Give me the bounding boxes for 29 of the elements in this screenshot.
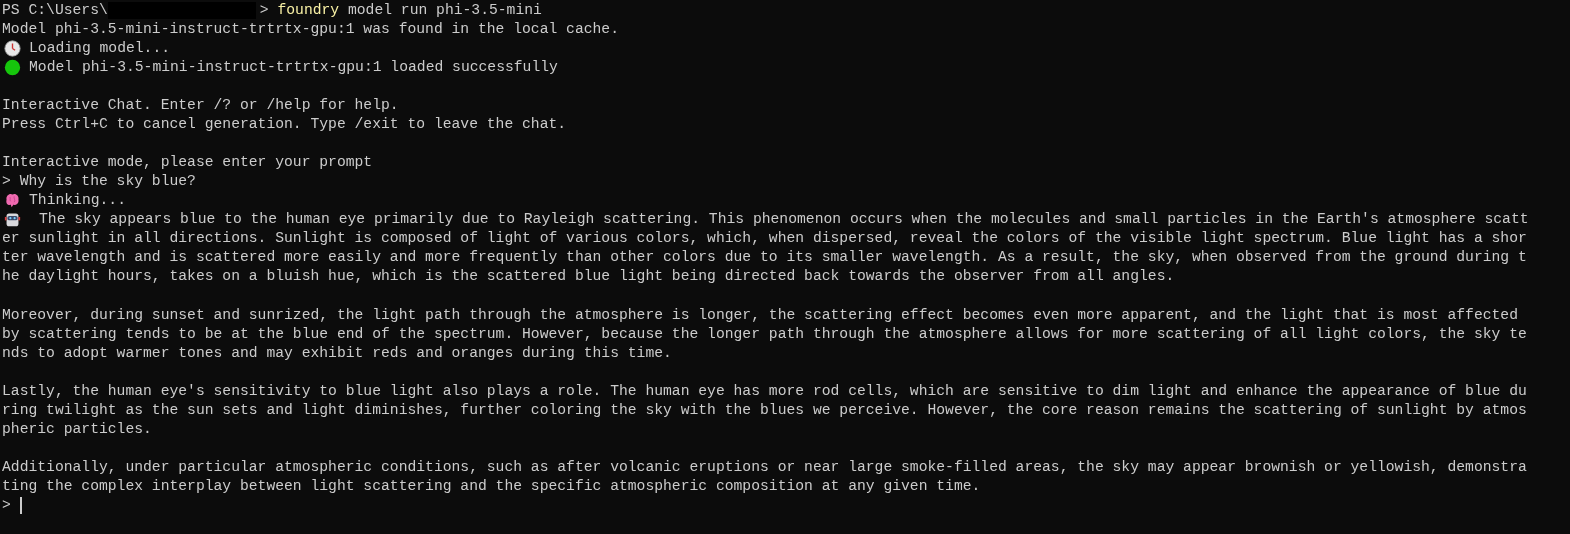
output-line: Lastly, the human eye's sensitivity to blue light also plays a role. The human eye has more rod cells, which are sensitive to dim light and enhance the appearance of blue du [2, 381, 1527, 401]
output-line: Model phi-3.5-mini-instruct-trtrtx-gpu:1 was found in the local cache. [2, 20, 619, 40]
output-line: by scattering tends to be at the blue end of the spectrum. However, because the longer path through the atmosphere allows for more scattering of all light colors, the sky te [2, 324, 1527, 344]
output-line: Loading model... [29, 39, 171, 59]
clock-icon [4, 40, 21, 58]
output-line: er sunlight in all directions. Sunlight is composed of light of various colors, which, when dispersed, reveal the colors of the visible light spectrum. Blue light has a shor [2, 229, 1527, 249]
output-line: Interactive mode, please enter your prompt [2, 153, 373, 173]
output-line: Additionally, under particular atmospheric conditions, such as after volcanic eruptions or near large smoke-filled areas, the sky may appear brownish or yellowish, demonstra [2, 457, 1527, 477]
output-line: > Why is the sky blue? [2, 172, 196, 192]
circle-icon [4, 59, 21, 77]
output-line: Interactive Chat. Enter /? or /help for help. [2, 96, 399, 116]
output-line: The sky appears blue to the human eye primarily due to Rayleigh scattering. This phenomenon occurs when the molecules and small particles in the Earth's atmosphere scatt [39, 210, 1529, 230]
output-line: nds to adopt warmer tones and may exhibit reds and oranges during this time. [2, 343, 672, 363]
brain-icon [4, 192, 21, 210]
command-arguments: model run phi-3.5-mini [347, 1, 542, 20]
prompt-symbol: > [259, 1, 269, 20]
prompt-symbol: > [2, 495, 11, 515]
output-line: Press Ctrl+C to cancel generation. Type /exit to leave the chat. [2, 115, 567, 135]
output-line: Thinking... [29, 191, 126, 211]
output-line: he daylight hours, takes on a bluish hue, which is the scattered blue light being directed back towards the observer from all angles. [2, 267, 1175, 287]
output-line: ring twilight as the sun sets and light diminishes, further coloring the sky with the blues we perceive. However, the core reason remains the scattering of sunlight by atmos [2, 400, 1527, 420]
robot-icon [4, 211, 21, 229]
prompt-path: PS C:\Users\ [2, 1, 108, 20]
output-line: ter wavelength and is scattered more easily and more frequently than other colors due to its smaller wavelength. As a result, the sky, when observed from the ground during t [2, 248, 1527, 268]
output-line: Model phi-3.5-mini-instruct-trtrtx-gpu:1 loaded successfully [29, 58, 558, 78]
command-name: foundry [277, 1, 340, 20]
output-line: ting the complex interplay between light scattering and the specific atmospheric composition at any given time. [2, 476, 981, 496]
output-line: Moreover, during sunset and sunrized, the light path through the atmosphere is longer, the scattering effect becomes even more apparent, and the light that is most affected [2, 305, 1518, 325]
output-line: pheric particles. [2, 419, 152, 439]
